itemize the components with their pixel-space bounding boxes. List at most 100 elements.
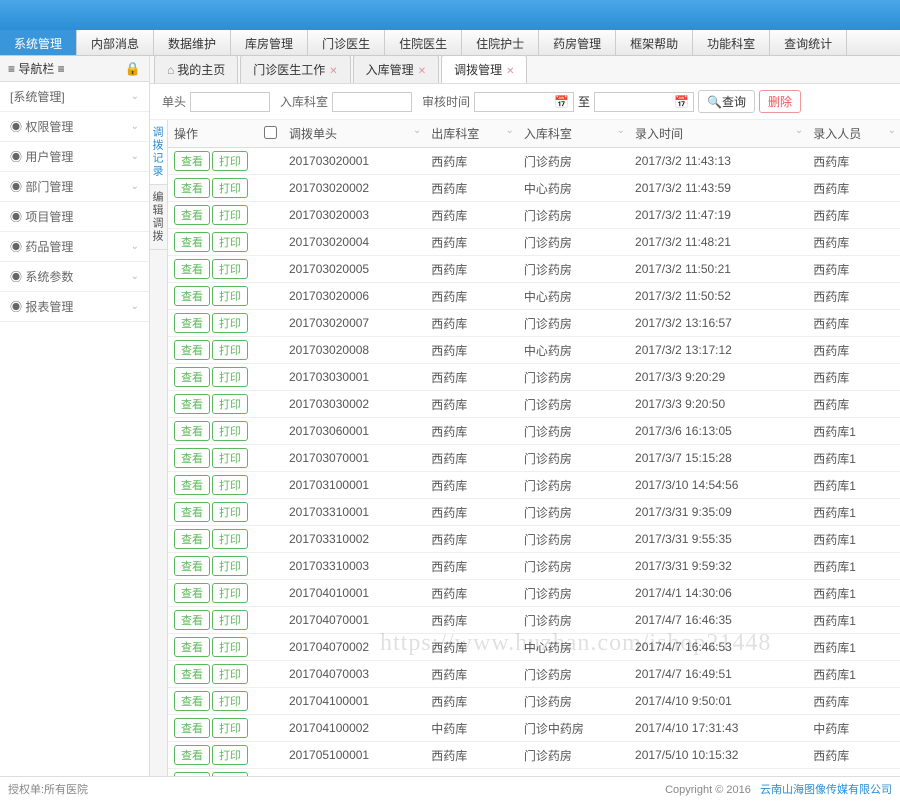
- view-button[interactable]: 查看: [174, 178, 210, 198]
- sidebar-item[interactable]: ◉ 报表管理⌄: [0, 292, 149, 322]
- sidebar-item[interactable]: ◉ 项目管理: [0, 202, 149, 232]
- close-icon[interactable]: ✕: [506, 66, 514, 77]
- print-button[interactable]: 打印: [212, 394, 248, 414]
- print-button[interactable]: 打印: [212, 475, 248, 495]
- print-button[interactable]: 打印: [212, 259, 248, 279]
- view-button[interactable]: 查看: [174, 637, 210, 657]
- view-button[interactable]: 查看: [174, 502, 210, 522]
- print-button[interactable]: 打印: [212, 745, 248, 765]
- close-icon[interactable]: ✕: [418, 66, 426, 77]
- print-button[interactable]: 打印: [212, 691, 248, 711]
- search-button[interactable]: 🔍 查询: [698, 90, 755, 113]
- tab[interactable]: 门诊医生工作✕: [240, 56, 350, 83]
- print-button[interactable]: 打印: [212, 610, 248, 630]
- tab[interactable]: ⌂我的主页: [154, 56, 238, 83]
- vertical-tab[interactable]: 编辑调拨: [150, 185, 167, 250]
- filter-label-dept: 入库科室: [280, 93, 328, 110]
- print-button[interactable]: 打印: [212, 205, 248, 225]
- view-button[interactable]: 查看: [174, 556, 210, 576]
- print-button[interactable]: 打印: [212, 556, 248, 576]
- menu-item[interactable]: 库房管理: [231, 30, 308, 55]
- delete-button[interactable]: 删除: [759, 90, 801, 113]
- sidebar-item[interactable]: ◉ 系统参数⌄: [0, 262, 149, 292]
- cell-user: 西药库: [807, 229, 900, 256]
- print-button[interactable]: 打印: [212, 232, 248, 252]
- view-button[interactable]: 查看: [174, 151, 210, 171]
- date-from[interactable]: 📅: [474, 92, 574, 112]
- close-icon[interactable]: ✕: [329, 66, 337, 77]
- cell-out: 西药库: [425, 472, 518, 499]
- print-button[interactable]: 打印: [212, 340, 248, 360]
- cell-time: 2017/4/7 16:46:53: [629, 634, 807, 661]
- column-header[interactable]: 调拨单头: [283, 120, 425, 148]
- column-header[interactable]: [258, 120, 283, 148]
- view-button[interactable]: 查看: [174, 313, 210, 333]
- view-button[interactable]: 查看: [174, 205, 210, 225]
- menu-item[interactable]: 门诊医生: [308, 30, 385, 55]
- view-button[interactable]: 查看: [174, 340, 210, 360]
- view-button[interactable]: 查看: [174, 475, 210, 495]
- menu-item[interactable]: 系统管理: [0, 30, 77, 55]
- filter-input-no[interactable]: [190, 92, 270, 112]
- column-header[interactable]: 录入人员: [807, 120, 900, 148]
- view-button[interactable]: 查看: [174, 718, 210, 738]
- date-to[interactable]: 📅: [594, 92, 694, 112]
- print-button[interactable]: 打印: [212, 367, 248, 387]
- tab[interactable]: 入库管理✕: [353, 56, 439, 83]
- view-button[interactable]: 查看: [174, 286, 210, 306]
- print-button[interactable]: 打印: [212, 313, 248, 333]
- print-button[interactable]: 打印: [212, 637, 248, 657]
- column-header[interactable]: 出库科室: [425, 120, 518, 148]
- vertical-tab[interactable]: 调拨记录: [150, 120, 167, 185]
- sidebar-item[interactable]: ◉ 用户管理⌄: [0, 142, 149, 172]
- print-button[interactable]: 打印: [212, 421, 248, 441]
- tab[interactable]: 调拨管理✕: [441, 56, 527, 83]
- menu-item[interactable]: 药房管理: [539, 30, 616, 55]
- view-button[interactable]: 查看: [174, 772, 210, 776]
- print-button[interactable]: 打印: [212, 772, 248, 776]
- print-button[interactable]: 打印: [212, 718, 248, 738]
- sidebar-item[interactable]: ◉ 部门管理⌄: [0, 172, 149, 202]
- view-button[interactable]: 查看: [174, 259, 210, 279]
- lock-icon[interactable]: 🔒: [125, 61, 141, 77]
- print-button[interactable]: 打印: [212, 583, 248, 603]
- menu-item[interactable]: 内部消息: [77, 30, 154, 55]
- column-header[interactable]: 操作: [168, 120, 258, 148]
- view-button[interactable]: 查看: [174, 448, 210, 468]
- sidebar-item[interactable]: ◉ 药品管理⌄: [0, 232, 149, 262]
- view-button[interactable]: 查看: [174, 421, 210, 441]
- filter-input-dept[interactable]: [332, 92, 412, 112]
- column-header[interactable]: 入库科室: [518, 120, 629, 148]
- menu-item[interactable]: 住院医生: [385, 30, 462, 55]
- column-header[interactable]: 录入时间: [629, 120, 807, 148]
- cell-no: 201703070001: [283, 445, 425, 472]
- cell-in: 门诊药房: [518, 580, 629, 607]
- print-button[interactable]: 打印: [212, 448, 248, 468]
- view-button[interactable]: 查看: [174, 583, 210, 603]
- cell-user: 西药库1: [807, 526, 900, 553]
- menu-item[interactable]: 框架帮助: [616, 30, 693, 55]
- view-button[interactable]: 查看: [174, 691, 210, 711]
- sidebar-item[interactable]: ◉ 权限管理⌄: [0, 112, 149, 142]
- view-button[interactable]: 查看: [174, 745, 210, 765]
- footer-link[interactable]: 云南山海图像传媒有限公司: [760, 784, 892, 796]
- print-button[interactable]: 打印: [212, 502, 248, 522]
- view-button[interactable]: 查看: [174, 610, 210, 630]
- view-button[interactable]: 查看: [174, 664, 210, 684]
- menu-item[interactable]: 数据维护: [154, 30, 231, 55]
- print-button[interactable]: 打印: [212, 178, 248, 198]
- menu-item[interactable]: 功能科室: [693, 30, 770, 55]
- cell-in: 门诊药房: [518, 688, 629, 715]
- print-button[interactable]: 打印: [212, 664, 248, 684]
- print-button[interactable]: 打印: [212, 529, 248, 549]
- sidebar-item[interactable]: [系统管理]⌄: [0, 82, 149, 112]
- select-all-checkbox[interactable]: [264, 126, 277, 139]
- view-button[interactable]: 查看: [174, 367, 210, 387]
- view-button[interactable]: 查看: [174, 529, 210, 549]
- menu-item[interactable]: 住院护士: [462, 30, 539, 55]
- view-button[interactable]: 查看: [174, 394, 210, 414]
- view-button[interactable]: 查看: [174, 232, 210, 252]
- print-button[interactable]: 打印: [212, 286, 248, 306]
- print-button[interactable]: 打印: [212, 151, 248, 171]
- menu-item[interactable]: 查询统计: [770, 30, 847, 55]
